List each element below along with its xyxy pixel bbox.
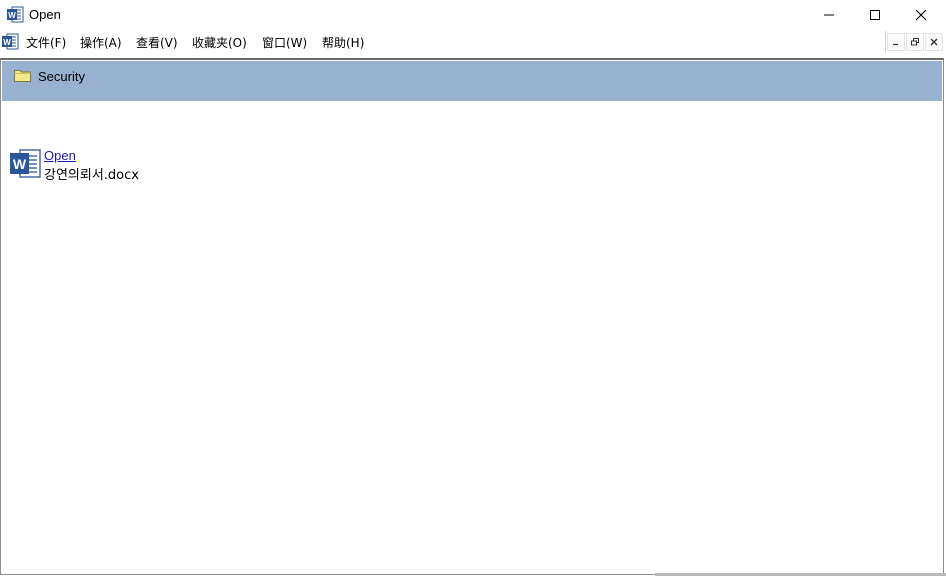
svg-text:W: W [13,156,27,172]
open-link[interactable]: Open [44,148,76,163]
svg-text:W: W [8,11,16,20]
mdi-restore-button[interactable] [906,33,924,51]
folder-title: Security [38,69,85,84]
folder-icon [14,70,31,82]
word-doc-icon: W [7,6,24,23]
menu-help[interactable]: 帮助(H) [322,34,364,51]
maximize-icon [870,10,880,20]
content-pane: Security W Open 강연의뢰서.docx [0,58,944,575]
close-button[interactable] [898,0,944,30]
word-doc-icon[interactable]: W [2,33,19,50]
folder-header: Security [2,61,942,101]
menu-action[interactable]: 操作(A) [80,34,122,51]
mdi-minimize-button[interactable] [887,33,905,51]
menu-file[interactable]: 文件(F) [26,34,66,51]
svg-text:W: W [3,38,11,47]
restore-icon [911,38,919,46]
close-icon [915,9,927,21]
menu-favorites[interactable]: 收藏夹(O) [192,34,247,51]
word-doc-icon[interactable]: W [10,148,41,179]
menu-bar: W 文件(F) 操作(A) 查看(V) 收藏夹(O) 窗口(W) 帮助(H) [0,30,946,52]
minimize-button[interactable] [806,0,852,30]
mdi-close-button[interactable] [925,33,943,51]
menu-window[interactable]: 窗口(W) [262,34,307,51]
maximize-button[interactable] [852,0,898,30]
close-icon [930,38,938,46]
minimize-icon [824,14,834,16]
mdi-window-controls [885,31,943,53]
window: W Open W 文件(F) 操作(A) 查看(V) 收藏夹(O) 窗口(W) … [0,0,946,576]
file-entry: W Open 강연의뢰서.docx [10,148,210,184]
window-title: Open [29,7,61,22]
menu-view[interactable]: 查看(V) [136,34,178,51]
file-name: 강연의뢰서.docx [44,168,139,183]
minimize-icon [893,43,898,46]
title-bar: W Open [0,0,946,30]
